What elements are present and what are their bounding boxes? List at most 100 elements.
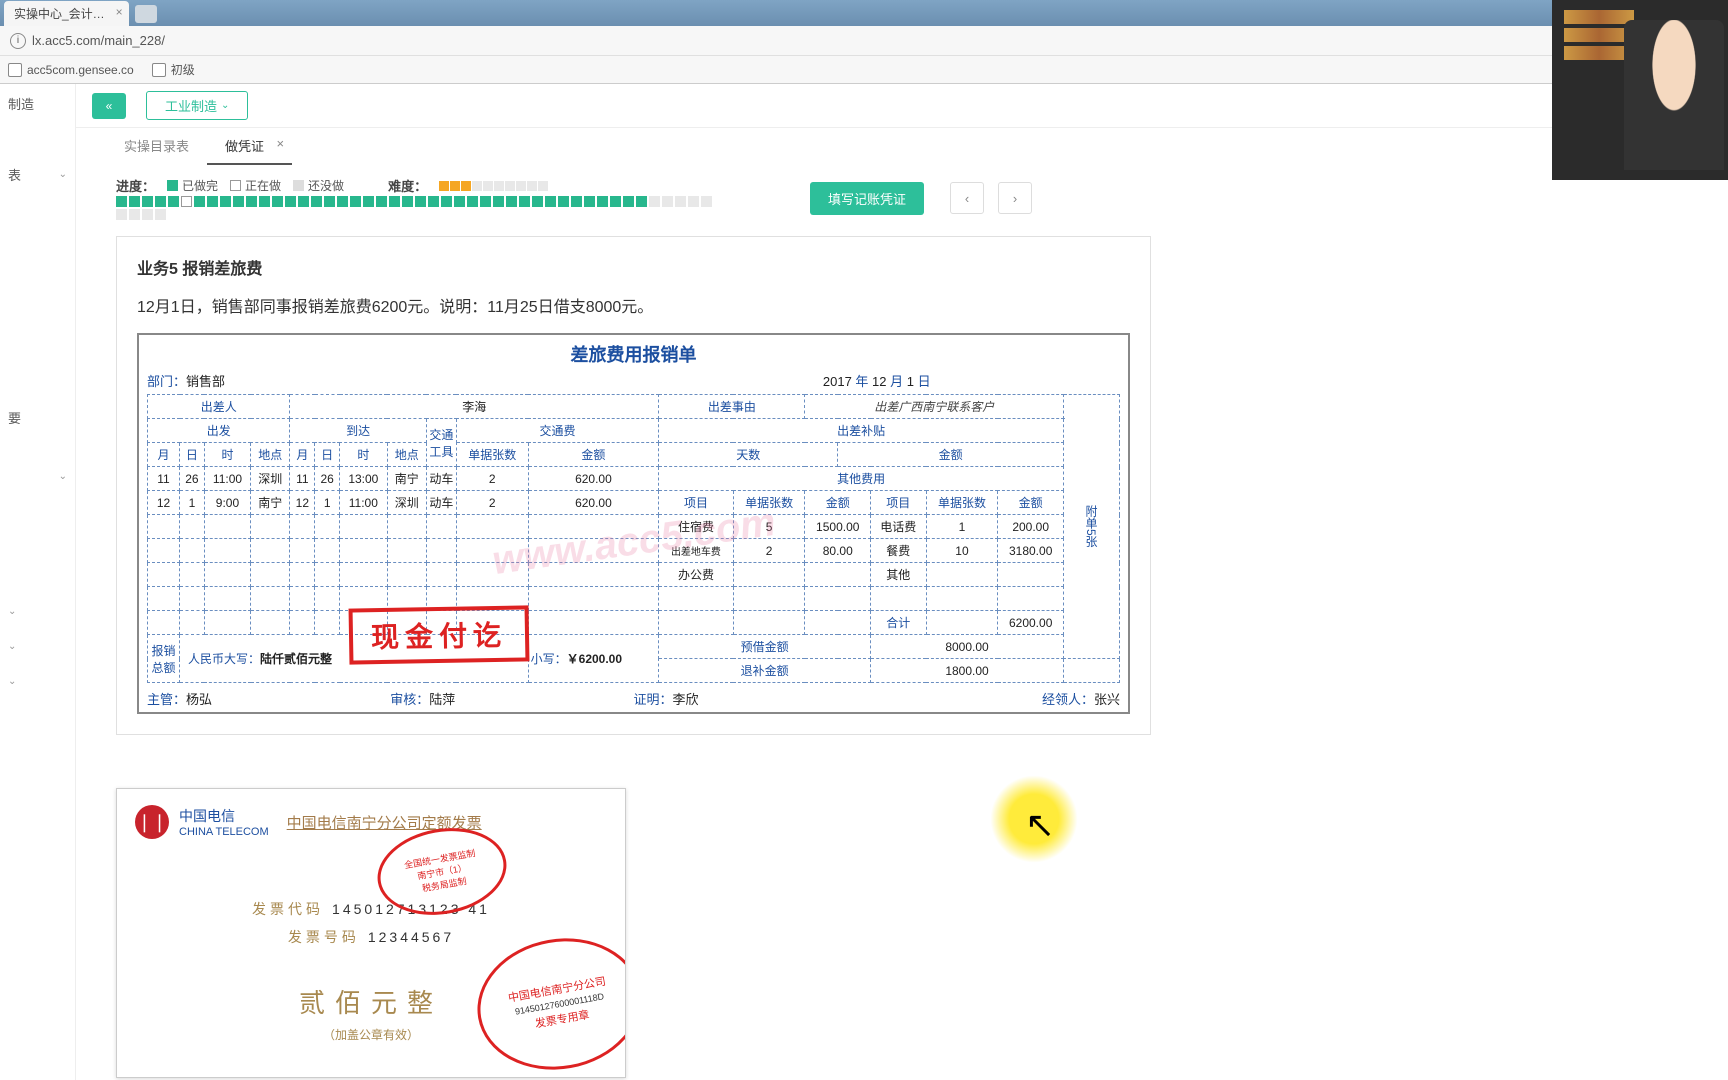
progress-square[interactable] [467, 196, 478, 207]
progress-squares[interactable] [116, 196, 716, 220]
bookmark-bar: acc5com.gensee.co 初级 [0, 56, 1728, 84]
progress-square[interactable] [116, 209, 127, 220]
progress-square[interactable] [376, 196, 387, 207]
difficulty-meter [439, 181, 548, 191]
close-icon[interactable]: × [116, 5, 123, 19]
progress-square[interactable] [389, 196, 400, 207]
sidebar-item[interactable]: ⌄ [0, 459, 75, 494]
company-seal: 中国电信南宁分公司 91450127600001118D 发票专用章 [467, 926, 626, 1078]
bookmark-item[interactable]: acc5com.gensee.co [8, 63, 134, 77]
progress-square[interactable] [129, 196, 140, 207]
close-icon[interactable]: × [276, 136, 284, 151]
progress-square[interactable] [220, 196, 231, 207]
progress-square[interactable] [337, 196, 348, 207]
progress-square[interactable] [324, 196, 335, 207]
task-title: 业务5 报销差旅费 [137, 255, 1130, 279]
progress-square[interactable] [415, 196, 426, 207]
next-button[interactable]: › [998, 182, 1032, 214]
progress-square[interactable] [142, 209, 153, 220]
tab-label: 做凭证 [225, 139, 264, 154]
progress-square[interactable] [597, 196, 608, 207]
progress-square[interactable] [259, 196, 270, 207]
video-pip[interactable] [1552, 0, 1728, 180]
prev-button[interactable]: ‹ [950, 182, 984, 214]
progress-square[interactable] [688, 196, 699, 207]
progress-square[interactable] [298, 196, 309, 207]
progress-square[interactable] [506, 196, 517, 207]
progress-square[interactable] [402, 196, 413, 207]
bookmark-label: acc5com.gensee.co [27, 63, 134, 77]
sidebar-item[interactable]: ⌄ [0, 594, 75, 629]
progress-square[interactable] [623, 196, 634, 207]
sidebar-item[interactable]: ⌄ [0, 664, 75, 699]
page-tabs: 实操目录表 做凭证 × [76, 128, 1728, 166]
progress-square[interactable] [519, 196, 530, 207]
url-text[interactable]: lx.acc5.com/main_228/ [32, 33, 165, 48]
progress-square[interactable] [428, 196, 439, 207]
progress-square[interactable] [532, 196, 543, 207]
progress-square[interactable] [233, 196, 244, 207]
collapse-sidebar-button[interactable]: « [92, 93, 126, 119]
signature-row: 主管：杨弘 审核：陆萍 证明：李欣 经领人：张兴 [147, 689, 1120, 708]
progress-square[interactable] [155, 209, 166, 220]
sidebar-label: 制造 [8, 94, 34, 113]
form-header: 部门：销售部 2017 年 12 月 1 日 [147, 371, 1120, 390]
progress-square[interactable] [350, 196, 361, 207]
progress-square[interactable] [168, 196, 179, 207]
tab-directory[interactable]: 实操目录表 [106, 128, 207, 165]
progress-square[interactable] [545, 196, 556, 207]
form-title: 差旅费用报销单 [147, 341, 1120, 367]
chevron-down-icon: ⌄ [8, 641, 16, 652]
progress-square[interactable] [285, 196, 296, 207]
progress-square[interactable] [610, 196, 621, 207]
legend-todo: 还没做 [293, 177, 344, 194]
attachment-label: 附单5张 [1064, 395, 1120, 659]
progress-square[interactable] [155, 196, 166, 207]
progress-square[interactable] [701, 196, 712, 207]
progress-square[interactable] [363, 196, 374, 207]
tab-title: 实操中心_会计… [14, 7, 105, 21]
progress-square[interactable] [636, 196, 647, 207]
sidebar-item[interactable]: 表 ⌄ [0, 153, 75, 196]
industry-dropdown[interactable]: 工业制造 ⌄ [146, 91, 248, 120]
browser-tab-strip: 实操中心_会计… × [0, 0, 1728, 26]
progress-square[interactable] [207, 196, 218, 207]
progress-square[interactable] [493, 196, 504, 207]
tab-voucher[interactable]: 做凭证 × [207, 128, 292, 165]
progress-square[interactable] [571, 196, 582, 207]
page-icon [8, 63, 22, 77]
bookmark-item[interactable]: 初级 [152, 61, 195, 78]
difficulty-label: 难度： [388, 176, 427, 195]
progress-square[interactable] [649, 196, 660, 207]
progress-square[interactable] [454, 196, 465, 207]
sidebar-item[interactable]: 要 [0, 396, 75, 439]
progress-square[interactable] [116, 196, 127, 207]
address-bar: i lx.acc5.com/main_228/ [0, 26, 1728, 56]
progress-square[interactable] [311, 196, 322, 207]
sidebar-item[interactable]: ⌄ [0, 629, 75, 664]
progress-square[interactable] [129, 209, 140, 220]
progress-square[interactable] [558, 196, 569, 207]
progress-square[interactable] [272, 196, 283, 207]
progress-square[interactable] [584, 196, 595, 207]
sidebar-label: 表 [8, 165, 21, 184]
progress-square[interactable] [441, 196, 452, 207]
progress-square[interactable] [480, 196, 491, 207]
bookmark-label: 初级 [171, 61, 195, 78]
telecom-brand-en: CHINA TELECOM [179, 826, 269, 838]
progress-square[interactable] [181, 196, 192, 207]
progress-square[interactable] [142, 196, 153, 207]
sidebar-category[interactable]: 制造 [0, 84, 75, 125]
site-info-icon[interactable]: i [10, 33, 26, 49]
browser-tab[interactable]: 实操中心_会计… × [4, 1, 129, 26]
dropdown-label: 工业制造 [165, 96, 217, 115]
chevron-down-icon: ⌄ [59, 169, 67, 180]
invoice-code-row: 发票代码145012713123 41 [135, 899, 607, 919]
progress-square[interactable] [194, 196, 205, 207]
new-tab-button[interactable] [135, 5, 157, 23]
cursor-highlight: ↖ [990, 775, 1078, 863]
progress-square[interactable] [675, 196, 686, 207]
fill-voucher-button[interactable]: 填写记账凭证 [810, 182, 924, 215]
progress-square[interactable] [246, 196, 257, 207]
progress-square[interactable] [662, 196, 673, 207]
